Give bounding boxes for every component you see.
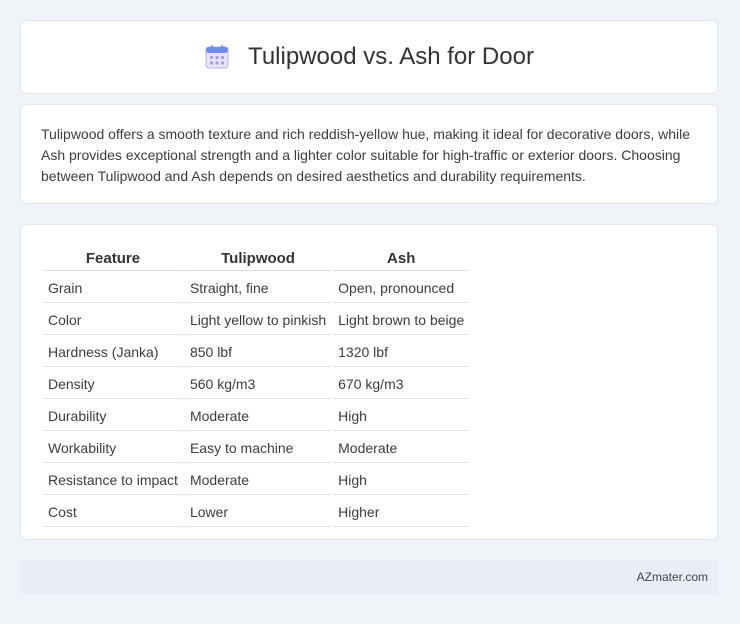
cell-tulipwood: 560 kg/m3 — [184, 369, 332, 399]
cell-ash: High — [333, 465, 470, 495]
cell-ash: Light brown to beige — [333, 305, 470, 335]
header-tulipwood: Tulipwood — [184, 247, 332, 271]
cell-tulipwood: 850 lbf — [184, 337, 332, 367]
cell-feature: Hardness (Janka) — [43, 337, 183, 367]
page-title: Tulipwood vs. Ash for Door — [248, 43, 534, 70]
table-row: Grain Straight, fine Open, pronounced — [43, 273, 470, 303]
cell-feature: Durability — [43, 401, 183, 431]
comparison-card: Feature Tulipwood Ash Grain Straight, fi… — [20, 224, 718, 540]
table-row: Color Light yellow to pinkish Light brow… — [43, 305, 470, 335]
title-card: Tulipwood vs. Ash for Door — [20, 20, 718, 94]
cell-ash: Higher — [333, 497, 470, 527]
cell-feature: Resistance to impact — [43, 465, 183, 495]
cell-ash: Moderate — [333, 433, 470, 463]
header-ash: Ash — [333, 247, 470, 271]
table-row: Density 560 kg/m3 670 kg/m3 — [43, 369, 470, 399]
cell-feature: Density — [43, 369, 183, 399]
comparison-table: Feature Tulipwood Ash Grain Straight, fi… — [41, 245, 471, 529]
description-card: Tulipwood offers a smooth texture and ri… — [20, 104, 718, 204]
cell-tulipwood: Straight, fine — [184, 273, 332, 303]
title-wrap: Tulipwood vs. Ash for Door — [204, 43, 534, 71]
cell-tulipwood: Light yellow to pinkish — [184, 305, 332, 335]
calendar-icon — [204, 44, 230, 70]
cell-feature: Cost — [43, 497, 183, 527]
table-row: Workability Easy to machine Moderate — [43, 433, 470, 463]
cell-feature: Workability — [43, 433, 183, 463]
cell-ash: 670 kg/m3 — [333, 369, 470, 399]
cell-ash: 1320 lbf — [333, 337, 470, 367]
cell-tulipwood: Easy to machine — [184, 433, 332, 463]
table-header-row: Feature Tulipwood Ash — [43, 247, 470, 271]
cell-tulipwood: Moderate — [184, 465, 332, 495]
footer: AZmater.com — [20, 560, 718, 594]
table-row: Hardness (Janka) 850 lbf 1320 lbf — [43, 337, 470, 367]
table-row: Cost Lower Higher — [43, 497, 470, 527]
header-feature: Feature — [43, 247, 183, 271]
table-row: Durability Moderate High — [43, 401, 470, 431]
cell-ash: High — [333, 401, 470, 431]
cell-tulipwood: Lower — [184, 497, 332, 527]
cell-tulipwood: Moderate — [184, 401, 332, 431]
cell-feature: Color — [43, 305, 183, 335]
table-row: Resistance to impact Moderate High — [43, 465, 470, 495]
description-text: Tulipwood offers a smooth texture and ri… — [41, 126, 690, 184]
cell-ash: Open, pronounced — [333, 273, 470, 303]
footer-brand: AZmater.com — [636, 570, 708, 584]
cell-feature: Grain — [43, 273, 183, 303]
